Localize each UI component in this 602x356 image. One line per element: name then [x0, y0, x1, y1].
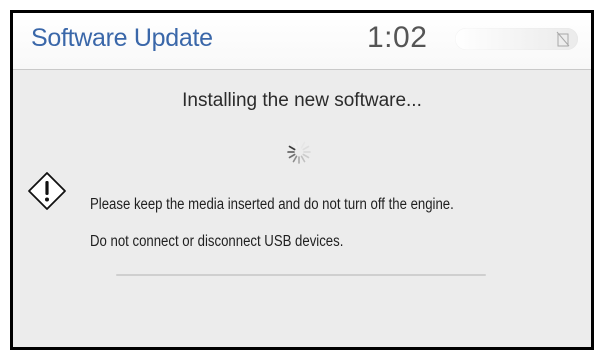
notice-line-1: Please keep the media inserted and do no… — [90, 196, 454, 213]
screen-frame: Software Update 1:02 Installing the new … — [10, 10, 594, 350]
notice-line-2: Do not connect or disconnect USB devices… — [90, 233, 344, 250]
warning-diamond-icon — [28, 172, 66, 210]
loading-spinner-icon — [287, 140, 311, 164]
status-bar — [455, 28, 578, 50]
install-status-text: Installing the new software... — [182, 90, 422, 111]
main-content: Installing the new software... Please ke… — [13, 70, 591, 347]
clock: 1:02 — [367, 21, 428, 54]
header-bar: Software Update 1:02 — [13, 13, 591, 70]
progress-bar — [116, 274, 486, 276]
no-signal-icon — [556, 31, 570, 47]
page-title: Software Update — [31, 24, 213, 52]
